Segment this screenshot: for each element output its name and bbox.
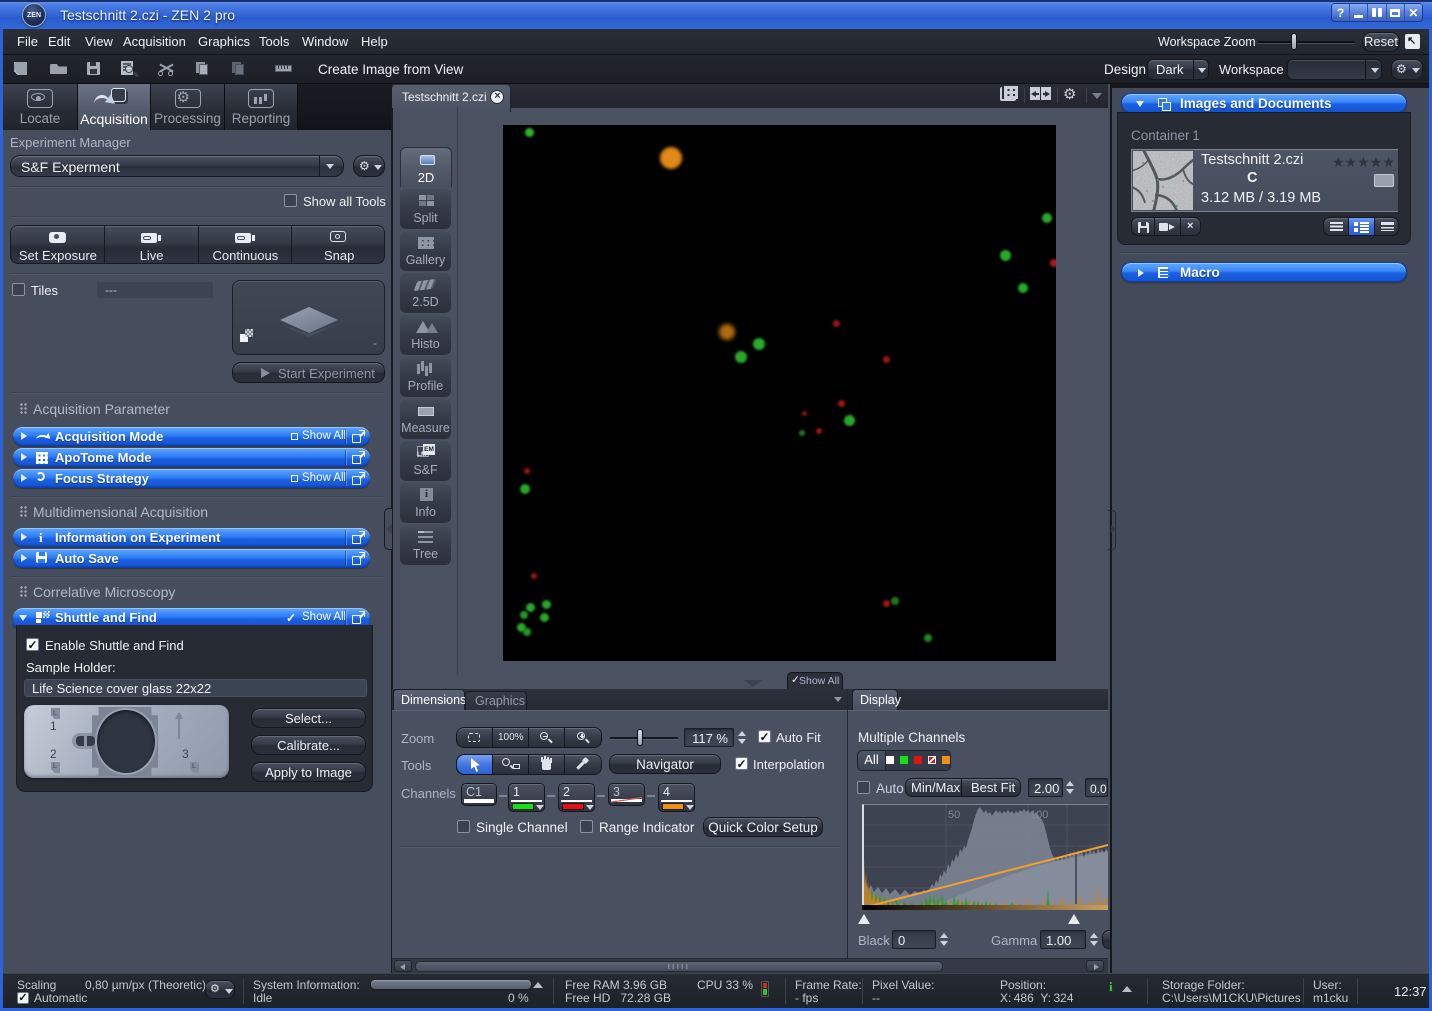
svg-text:100: 100 — [1030, 809, 1048, 821]
svg-text:50: 50 — [948, 809, 960, 821]
